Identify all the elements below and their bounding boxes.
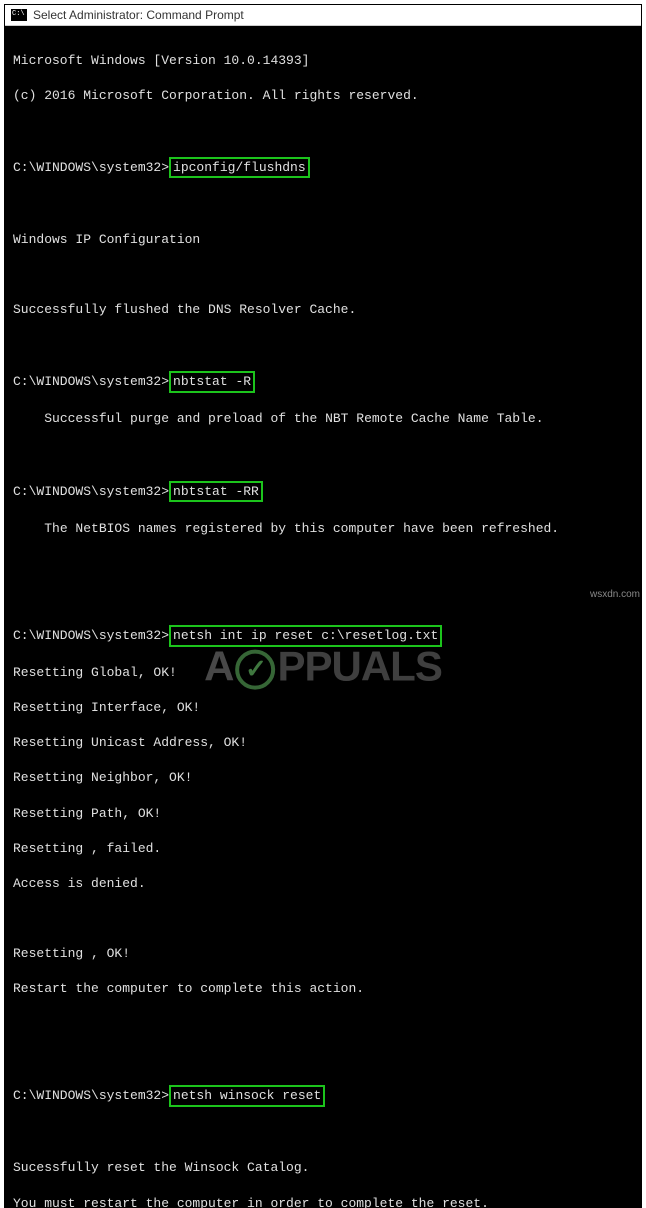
output-line: Resetting Interface, OK! (13, 699, 633, 717)
blank-line (13, 1124, 633, 1142)
blank-line (13, 266, 633, 284)
output-line: You must restart the computer in order t… (13, 1195, 633, 1208)
command-highlight: netsh winsock reset (169, 1085, 325, 1107)
output-line: The NetBIOS names registered by this com… (13, 520, 633, 538)
blank-line (13, 446, 633, 464)
output-line: Microsoft Windows [Version 10.0.14393] (13, 52, 633, 70)
output-line: Successfully flushed the DNS Resolver Ca… (13, 301, 633, 319)
blank-line (13, 555, 633, 573)
blank-line (13, 122, 633, 140)
output-line: Access is denied. (13, 875, 633, 893)
blank-line (13, 1015, 633, 1033)
prompt-line: C:\WINDOWS\system32>ipconfig/flushdns (13, 157, 633, 179)
blank-line (13, 196, 633, 214)
prompt: C:\WINDOWS\system32> (13, 374, 169, 389)
prompt-line: C:\WINDOWS\system32>nbtstat -R (13, 371, 633, 393)
output-line: Resetting Neighbor, OK! (13, 769, 633, 787)
source-attribution: wsxdn.com (590, 589, 640, 600)
command-highlight: nbtstat -R (169, 371, 255, 393)
prompt: C:\WINDOWS\system32> (13, 628, 169, 643)
prompt: C:\WINDOWS\system32> (13, 160, 169, 175)
prompt-line: C:\WINDOWS\system32>netsh winsock reset (13, 1085, 633, 1107)
output-line: Resetting Global, OK! (13, 664, 633, 682)
prompt: C:\WINDOWS\system32> (13, 484, 169, 499)
output-line: Resetting Path, OK! (13, 805, 633, 823)
titlebar[interactable]: Select Administrator: Command Prompt (5, 5, 641, 26)
output-line: Resetting , OK! (13, 945, 633, 963)
output-line: (c) 2016 Microsoft Corporation. All righ… (13, 87, 633, 105)
blank-line (13, 1050, 633, 1068)
blank-line (13, 336, 633, 354)
output-line: Resetting Unicast Address, OK! (13, 734, 633, 752)
prompt-line: C:\WINDOWS\system32>nbtstat -RR (13, 481, 633, 503)
prompt: C:\WINDOWS\system32> (13, 1088, 169, 1103)
output-line: Resetting , failed. (13, 840, 633, 858)
output-line: Restart the computer to complete this ac… (13, 980, 633, 998)
command-highlight: nbtstat -RR (169, 481, 263, 503)
command-prompt-window: Select Administrator: Command Prompt Mic… (4, 4, 642, 1208)
command-highlight: ipconfig/flushdns (169, 157, 310, 179)
window-title: Select Administrator: Command Prompt (33, 8, 244, 22)
output-line: Sucessfully reset the Winsock Catalog. (13, 1159, 633, 1177)
prompt-line: C:\WINDOWS\system32>netsh int ip reset c… (13, 625, 633, 647)
terminal-output[interactable]: Microsoft Windows [Version 10.0.14393] (… (5, 26, 641, 1208)
cmd-icon (11, 9, 27, 21)
output-line: Windows IP Configuration (13, 231, 633, 249)
output-line: Successful purge and preload of the NBT … (13, 410, 633, 428)
blank-line (13, 910, 633, 928)
blank-line (13, 590, 633, 608)
command-highlight: netsh int ip reset c:\resetlog.txt (169, 625, 442, 647)
